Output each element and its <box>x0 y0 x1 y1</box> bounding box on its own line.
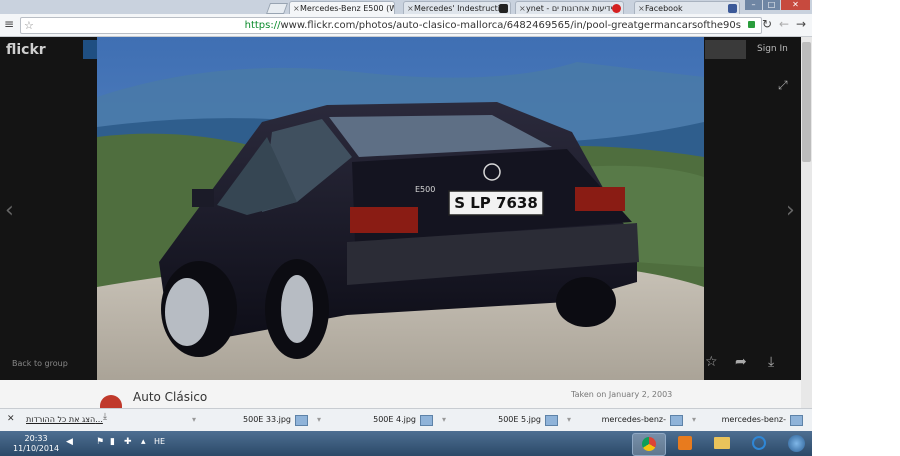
facebook-favicon-icon <box>728 4 737 13</box>
flickr-logo[interactable]: flickr <box>6 42 46 58</box>
download-item[interactable]: ▾ 500E 5.jpg <box>442 411 563 428</box>
language-indicator[interactable]: HE <box>154 437 165 446</box>
download-item[interactable]: ▾ mercedes-benz-e50....gif <box>692 411 808 441</box>
chevron-down-icon[interactable]: ▾ <box>317 411 321 428</box>
close-icon[interactable]: × <box>638 2 645 14</box>
close-downloads-icon[interactable]: ✕ <box>7 411 15 428</box>
chrome-icon <box>642 437 656 451</box>
close-window-button[interactable]: ✕ <box>781 0 810 10</box>
security-icon[interactable]: ✚ <box>124 437 132 447</box>
reload-icon[interactable]: ↻ <box>762 14 772 34</box>
tab-mercedes-e500[interactable]: × Mercedes-Benz E500 (W <box>289 1 395 14</box>
previous-photo-arrow-icon[interactable]: ‹ <box>5 198 14 223</box>
chrome-taskbar-button[interactable] <box>632 433 666 456</box>
close-icon[interactable]: × <box>407 2 414 14</box>
url-text: https://www.flickr.com/photos/auto-clasi… <box>244 20 741 31</box>
search-box[interactable] <box>705 40 746 59</box>
empty-margin <box>812 0 900 456</box>
maximize-window-button[interactable]: □ <box>763 0 780 10</box>
internet-explorer-icon <box>752 436 766 450</box>
license-plate: S LP 7638 <box>454 194 538 212</box>
windows-logo-icon <box>787 435 805 452</box>
chevron-down-icon[interactable]: ▾ <box>192 411 196 428</box>
flag-icon[interactable]: ⚑ <box>96 437 104 447</box>
page-favicon-icon <box>499 4 508 13</box>
system-clock[interactable]: 20:33 11/10/2014 <box>13 434 59 454</box>
clock-date: 11/10/2014 <box>13 444 60 453</box>
close-icon[interactable]: × <box>293 2 300 14</box>
image-file-icon <box>670 415 683 426</box>
forward-icon[interactable]: ← <box>779 14 789 34</box>
lock-icon <box>748 21 755 28</box>
tab-facebook[interactable]: × Facebook <box>634 1 740 14</box>
show-hidden-icons-icon[interactable]: ▴ <box>141 437 146 447</box>
bookmark-star-icon[interactable]: ☆ <box>24 18 34 33</box>
mercedes-e500-image: S LP 7638 E500 <box>97 37 704 400</box>
tab-label: Mercedes' Indestructibl <box>414 4 508 13</box>
scrollbar-thumb[interactable] <box>802 42 811 162</box>
chevron-down-icon[interactable]: ▾ <box>442 411 446 428</box>
menu-icon[interactable]: ≡ <box>4 14 14 34</box>
volume-icon[interactable]: ◀ <box>66 437 73 447</box>
fullscreen-icon[interactable]: ⤢ <box>778 78 788 93</box>
download-arrow-icon: ⤓ <box>103 412 107 422</box>
folder-icon <box>714 437 730 449</box>
address-bar[interactable]: ☆ https://www.flickr.com/photos/auto-cla… <box>20 17 762 34</box>
model-badge: E500 <box>415 185 435 194</box>
next-photo-arrow-icon[interactable]: › <box>786 198 795 223</box>
back-icon[interactable]: → <box>796 14 806 34</box>
tab-label: Mercedes-Benz E500 (W <box>300 4 395 13</box>
chevron-down-icon[interactable]: ▾ <box>692 411 696 428</box>
image-file-icon <box>420 415 433 426</box>
back-to-group-link[interactable]: Back to group <box>12 359 68 368</box>
sign-in-link[interactable]: Sign In <box>757 44 788 54</box>
minimize-window-button[interactable]: – <box>745 0 762 10</box>
explorer-taskbar-button[interactable] <box>706 433 738 454</box>
image-file-icon <box>545 415 558 426</box>
close-icon[interactable]: × <box>519 2 526 14</box>
image-file-icon <box>790 415 803 426</box>
download-item[interactable]: ▾ 500E 4.jpg <box>317 411 438 428</box>
nav-box <box>83 40 97 59</box>
media-player-icon <box>678 436 692 450</box>
tab-ynet[interactable]: × ynet - ידיעות אחרונות ים <box>515 1 624 14</box>
image-file-icon <box>295 415 308 426</box>
car-photo[interactable]: S LP 7638 E500 <box>97 37 704 400</box>
tab-mercedes-indestructible[interactable]: × Mercedes' Indestructibl <box>403 1 511 14</box>
clock-time: 20:33 <box>24 434 48 443</box>
favorite-star-icon[interactable]: ☆ <box>705 354 718 370</box>
download-item[interactable]: ▾ 500E 33.jpg <box>192 411 313 428</box>
ie-taskbar-button[interactable] <box>743 433 775 454</box>
chevron-down-icon[interactable]: ▾ <box>567 411 571 428</box>
download-item[interactable]: ▾ mercedes-benz-500....jpg <box>567 411 688 441</box>
download-icon[interactable]: ⤓ <box>768 354 774 370</box>
start-button[interactable] <box>780 433 812 454</box>
tab-label: Facebook <box>645 4 683 13</box>
show-all-downloads-link[interactable]: הצג את כל ההורדות... <box>26 411 103 428</box>
tab-label: ynet - ידיעות אחרונות ים <box>526 4 613 13</box>
ynet-favicon-icon <box>612 4 621 13</box>
media-player-taskbar-button[interactable] <box>669 433 701 454</box>
share-icon[interactable]: ➦ <box>735 354 747 370</box>
taken-date: Taken on January 2, 2003 <box>571 390 673 399</box>
owner-name[interactable]: Auto Clásico <box>133 390 207 404</box>
network-icon[interactable]: ▮ <box>110 437 115 447</box>
